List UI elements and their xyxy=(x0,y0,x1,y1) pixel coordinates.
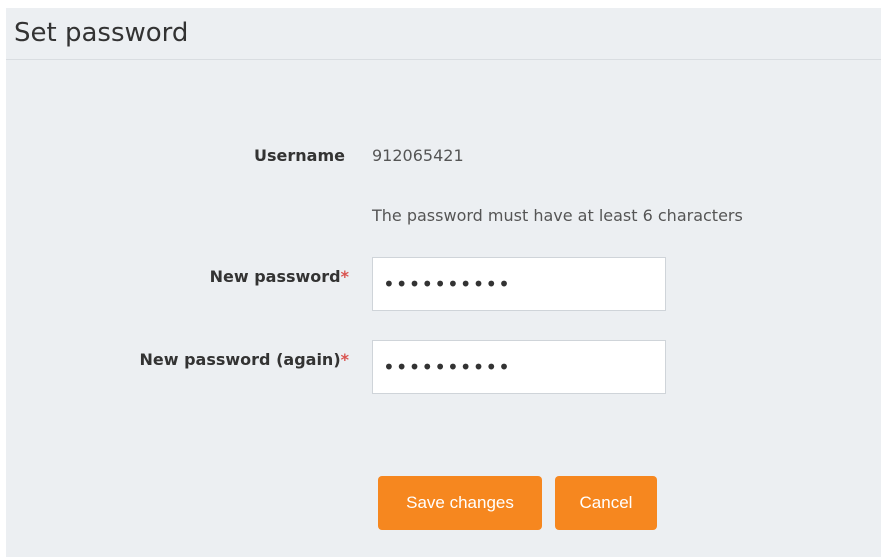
required-asterisk: * xyxy=(340,350,349,369)
username-label-text: Username xyxy=(254,146,345,165)
username-value: 912065421 xyxy=(372,146,464,165)
panel-header: Set password xyxy=(6,8,881,60)
new-password-again-label: New password (again)* xyxy=(140,349,350,371)
new-password-input[interactable] xyxy=(372,257,666,311)
new-password-label: New password* xyxy=(210,266,349,288)
new-password-again-input[interactable] xyxy=(372,340,666,394)
cancel-button[interactable]: Cancel xyxy=(555,476,657,530)
username-label: Username xyxy=(254,145,345,167)
password-requirement-hint: The password must have at least 6 charac… xyxy=(372,206,743,225)
page-title: Set password xyxy=(14,18,189,48)
save-changes-button[interactable]: Save changes xyxy=(378,476,542,530)
new-password-label-text: New password xyxy=(209,267,341,286)
required-asterisk: * xyxy=(340,267,349,286)
set-password-panel: Set password Username 912065421 The pass… xyxy=(6,8,881,557)
new-password-again-label-text: New password (again) xyxy=(139,350,341,369)
